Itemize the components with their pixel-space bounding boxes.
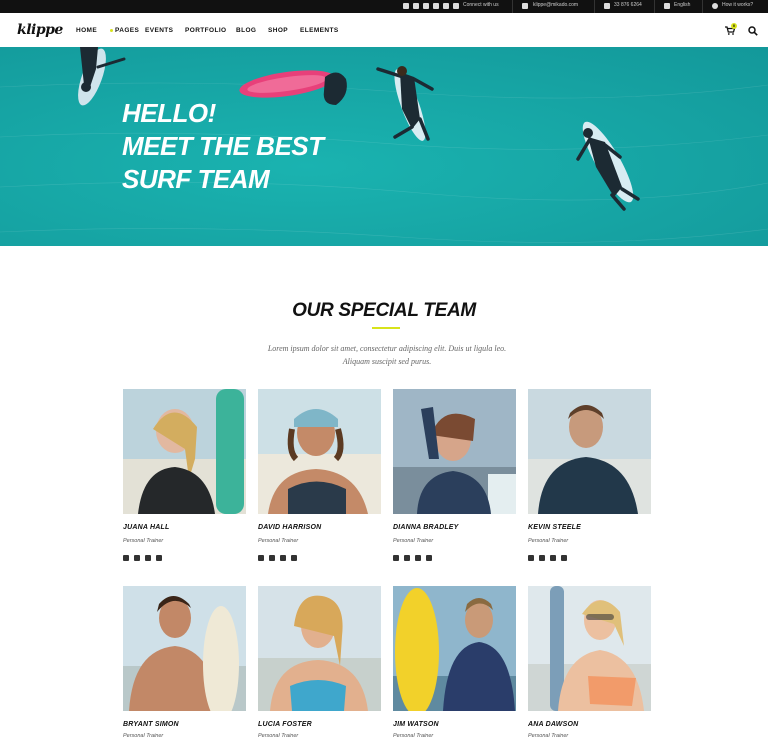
member-name[interactable]: DIANNA BRADLEY — [393, 524, 459, 531]
member-name[interactable]: ANA DAWSON — [528, 721, 578, 728]
hero-heading: HELLO! MEET THE BEST SURF TEAM — [122, 97, 324, 196]
team-member-photo — [123, 389, 246, 514]
team-member-photo — [393, 586, 516, 711]
twitter-icon[interactable] — [443, 3, 449, 9]
connect-label: Connect with us — [463, 2, 499, 8]
subtitle-line-1: Lorem ipsum dolor sit amet, consectetur … — [267, 344, 507, 353]
instagram-icon[interactable] — [453, 3, 459, 9]
surfer-figure — [78, 47, 126, 106]
member-name[interactable]: LUCIA FOSTER — [258, 721, 312, 728]
member-role: Personal Trainer — [258, 538, 299, 544]
nav-home[interactable]: HOME — [76, 27, 110, 34]
team-member-photo — [393, 389, 516, 514]
vimeo-icon[interactable] — [258, 555, 264, 561]
linkedin-icon[interactable] — [413, 3, 419, 9]
title-underline — [372, 327, 400, 329]
vimeo-icon[interactable] — [528, 555, 534, 561]
active-dot-icon — [110, 28, 113, 32]
facebook-icon[interactable] — [415, 555, 421, 561]
member-role: Personal Trainer — [393, 538, 434, 544]
youtube-icon[interactable] — [291, 555, 297, 561]
surfers-illustration — [0, 47, 768, 243]
hero-line-2: MEET THE BEST — [122, 131, 324, 161]
nav-pages-label: PAGES — [115, 27, 140, 34]
hero-banner: HELLO! MEET THE BEST SURF TEAM — [0, 47, 768, 246]
tumblr-icon[interactable] — [433, 3, 439, 9]
team-member-photo — [258, 389, 381, 514]
nav-shop[interactable]: SHOP — [268, 27, 300, 34]
search-icon[interactable] — [748, 26, 758, 36]
mail-icon — [522, 3, 528, 9]
member-name[interactable]: DAVID HARRISON — [258, 524, 321, 531]
member-name[interactable]: BRYANT SIMON — [123, 721, 179, 728]
info-icon — [712, 3, 718, 9]
youtube-icon[interactable] — [426, 555, 432, 561]
language-select[interactable]: English — [674, 2, 690, 8]
nav-pages[interactable]: PAGES — [110, 27, 145, 34]
team-section-title: OUR SPECIAL TEAM — [292, 300, 476, 321]
linkedin-icon[interactable] — [134, 555, 140, 561]
hero-line-1: HELLO! — [122, 98, 216, 128]
hero-line-3: SURF TEAM — [122, 164, 270, 194]
vimeo-icon[interactable] — [403, 3, 409, 9]
linkedin-icon[interactable] — [269, 555, 275, 561]
vimeo-icon[interactable] — [393, 555, 399, 561]
youtube-icon[interactable] — [156, 555, 162, 561]
phone-number[interactable]: 33 876 6264 — [614, 2, 642, 8]
email-link[interactable]: klippe@mikado.com — [533, 2, 578, 8]
linkedin-icon[interactable] — [404, 555, 410, 561]
linkedin-icon[interactable] — [539, 555, 545, 561]
member-role: Personal Trainer — [123, 733, 164, 739]
main-header: klippe HOME PAGES EVENTS PORTFOLIO BLOG … — [0, 13, 768, 47]
nav-elements[interactable]: ELEMENTS — [300, 27, 340, 34]
youtube-icon[interactable] — [561, 555, 567, 561]
topbar-social-icons — [403, 3, 459, 9]
divider — [512, 0, 513, 13]
member-name[interactable]: JIM WATSON — [393, 721, 439, 728]
vimeo-icon[interactable] — [123, 555, 129, 561]
member-name[interactable]: JUANA HALL — [123, 524, 169, 531]
main-nav: HOME PAGES EVENTS PORTFOLIO BLOG SHOP EL… — [76, 27, 340, 34]
member-role: Personal Trainer — [528, 733, 569, 739]
nav-blog[interactable]: BLOG — [236, 27, 268, 34]
member-name[interactable]: KEVIN STEELE — [528, 524, 581, 531]
team-section-subtitle: Lorem ipsum dolor sit amet, consectetur … — [0, 342, 768, 368]
member-socials — [528, 555, 567, 561]
divider — [654, 0, 655, 13]
nav-events[interactable]: EVENTS — [145, 27, 185, 34]
divider — [702, 0, 703, 13]
facebook-icon[interactable] — [423, 3, 429, 9]
team-member-photo — [123, 586, 246, 711]
phone-icon — [604, 3, 610, 9]
nav-portfolio[interactable]: PORTFOLIO — [185, 27, 236, 34]
logo[interactable]: klippe — [17, 22, 63, 38]
member-role: Personal Trainer — [528, 538, 569, 544]
member-socials — [123, 555, 162, 561]
facebook-icon[interactable] — [550, 555, 556, 561]
language-icon — [664, 3, 670, 9]
subtitle-line-2: Aliquam suscipit sed purus. — [342, 357, 432, 366]
how-it-works-link[interactable]: How it works? — [722, 2, 753, 8]
team-member-photo — [258, 586, 381, 711]
facebook-icon[interactable] — [145, 555, 151, 561]
member-role: Personal Trainer — [123, 538, 164, 544]
facebook-icon[interactable] — [280, 555, 286, 561]
cart-count-badge: 0 — [731, 23, 737, 29]
team-member-photo — [528, 586, 651, 711]
member-role: Personal Trainer — [258, 733, 299, 739]
member-socials — [258, 555, 297, 561]
member-socials — [393, 555, 432, 561]
divider — [594, 0, 595, 13]
member-role: Personal Trainer — [393, 733, 434, 739]
top-bar: Connect with us klippe@mikado.com 33 876… — [0, 0, 768, 13]
team-member-photo — [528, 389, 651, 514]
